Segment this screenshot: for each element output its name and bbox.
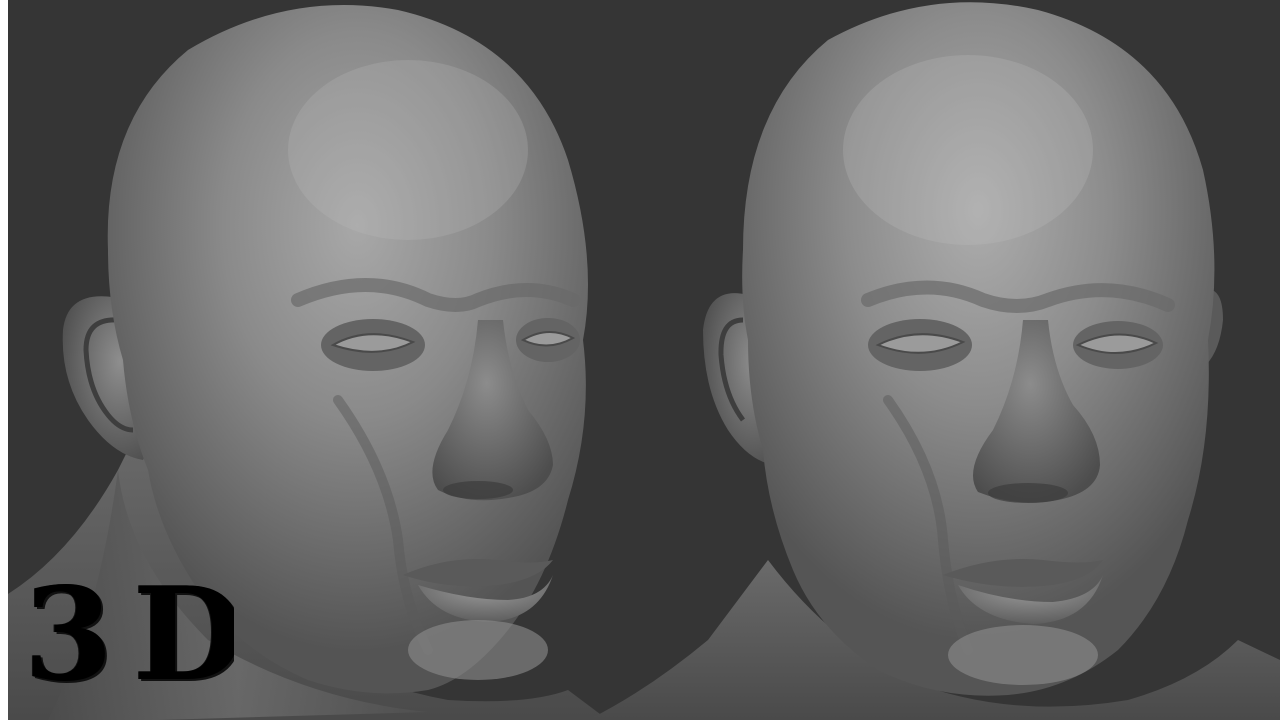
3d-badge-text: 3D [24,560,234,710]
image-frame: 3D [0,0,1280,720]
